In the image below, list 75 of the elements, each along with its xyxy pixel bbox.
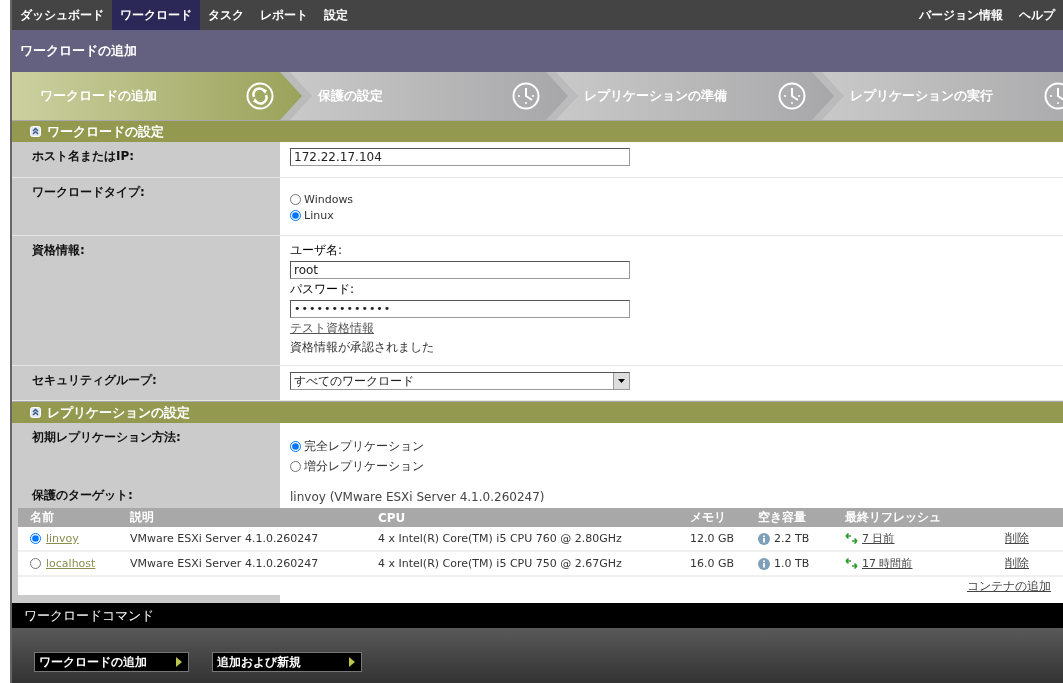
radio-button[interactable] <box>30 558 41 569</box>
column-header: CPU <box>378 510 407 525</box>
nav-tab[interactable]: レポート <box>252 0 316 30</box>
section-title: ワークロードの設定 <box>47 122 164 141</box>
clock-icon <box>512 82 540 110</box>
nav-tab[interactable]: タスク <box>200 0 252 30</box>
section-title: レプリケーションの設定 <box>47 403 190 422</box>
radio-button[interactable] <box>290 210 301 221</box>
field-label: 保護のターゲット: <box>32 488 133 502</box>
column-header: 最終リフレッシュ <box>845 509 942 526</box>
name-link[interactable]: localhost <box>46 557 96 570</box>
column-header: メモリ <box>690 509 727 526</box>
refresh-arrows-icon <box>845 558 858 569</box>
table-cell-text: VMware ESXi Server 4.1.0.260247 <box>130 532 320 545</box>
column-header: 説明 <box>130 509 155 526</box>
delete-link[interactable]: 削除 <box>1005 530 1029 547</box>
refresh-arrows-icon <box>845 533 858 544</box>
wizard-step: ワークロードの追加 <box>12 72 302 120</box>
refresh-icon <box>246 82 274 110</box>
select-field[interactable]: すべてのワークロード <box>290 372 630 390</box>
play-arrow-icon <box>176 657 182 667</box>
column-header: 空き容量 <box>758 509 807 526</box>
field-label: セキュリティグループ: <box>32 373 157 387</box>
info-icon <box>758 532 770 545</box>
refresh-link[interactable]: 7 日前 <box>862 531 895 546</box>
nav-link[interactable]: バージョン情報 <box>911 0 1011 30</box>
field-label: 初期レプリケーション方法: <box>32 430 181 444</box>
info-icon <box>758 557 770 570</box>
delete-link[interactable]: 削除 <box>1005 555 1029 572</box>
radio-label: 完全レプリケーション <box>304 438 424 455</box>
table-cell: 1.0 TB <box>774 557 810 570</box>
field-label: ワークロードタイプ: <box>32 185 145 199</box>
radio-label: Windows <box>304 193 354 206</box>
target-value: linvoy (VMware ESXi Server 4.1.0.260247) <box>290 489 546 504</box>
play-arrow-icon <box>349 657 355 667</box>
password-field[interactable]: ••••••••••••• <box>290 300 630 318</box>
collapse-icon[interactable] <box>30 126 41 137</box>
nav-link[interactable]: ヘルプ <box>1011 0 1063 30</box>
wizard-step: レプリケーションの実行 <box>822 72 1063 120</box>
radio-label: 増分レプリケーション <box>304 458 424 475</box>
nav-tab[interactable]: ワークロード <box>112 0 200 30</box>
wizard-step: レプリケーションの準備 <box>556 72 834 120</box>
table-cell-text: 4 x Intel(R) Core(TM) i5 CPU 750 @ 2.67GHz <box>378 557 623 570</box>
status-message: 資格情報が承認されました <box>290 339 435 356</box>
table-cell-text: 12.0 GB <box>690 532 736 545</box>
test-link[interactable]: テスト資格情報 <box>290 320 374 337</box>
nav-tab[interactable]: ダッシュボード <box>12 0 112 30</box>
panel-title: ワークロードコマンド <box>24 606 154 625</box>
page-title: ワークロードの追加 <box>20 42 137 60</box>
field-label: ユーザ名: <box>290 242 344 259</box>
radio-button[interactable] <box>290 441 301 452</box>
refresh-link[interactable]: 17 時間前 <box>862 556 913 571</box>
field-label: 資格情報: <box>32 243 85 257</box>
table-cell-text: VMware ESXi Server 4.1.0.260247 <box>130 557 320 570</box>
table-cell: 2.2 TB <box>774 532 810 545</box>
collapse-icon[interactable] <box>30 407 41 418</box>
command-button[interactable]: 追加および新規 <box>212 652 362 672</box>
wizard-step: 保護の設定 <box>290 72 568 120</box>
field-label: パスワード: <box>290 281 356 298</box>
radio-button[interactable] <box>30 533 41 544</box>
input-field[interactable]: root <box>290 261 630 279</box>
field-label: ホスト名またはIP: <box>32 149 135 163</box>
radio-button[interactable] <box>290 194 301 205</box>
dropdown-arrow-icon <box>618 379 625 383</box>
table-cell-text: 4 x Intel(R) Core(TM) i5 CPU 760 @ 2.80GHz <box>378 532 623 545</box>
add-container-link[interactable]: コンテナの追加 <box>967 577 1051 595</box>
clock-icon <box>778 82 806 110</box>
name-link[interactable]: linvoy <box>46 532 79 545</box>
nav-tab[interactable]: 設定 <box>316 0 356 30</box>
radio-button[interactable] <box>290 461 301 472</box>
input-field[interactable]: 172.22.17.104 <box>290 148 630 166</box>
column-header: 名前 <box>30 509 55 526</box>
table-cell-text: 16.0 GB <box>690 557 736 570</box>
command-button[interactable]: ワークロードの追加 <box>34 652 189 672</box>
radio-label: Linux <box>304 209 334 222</box>
